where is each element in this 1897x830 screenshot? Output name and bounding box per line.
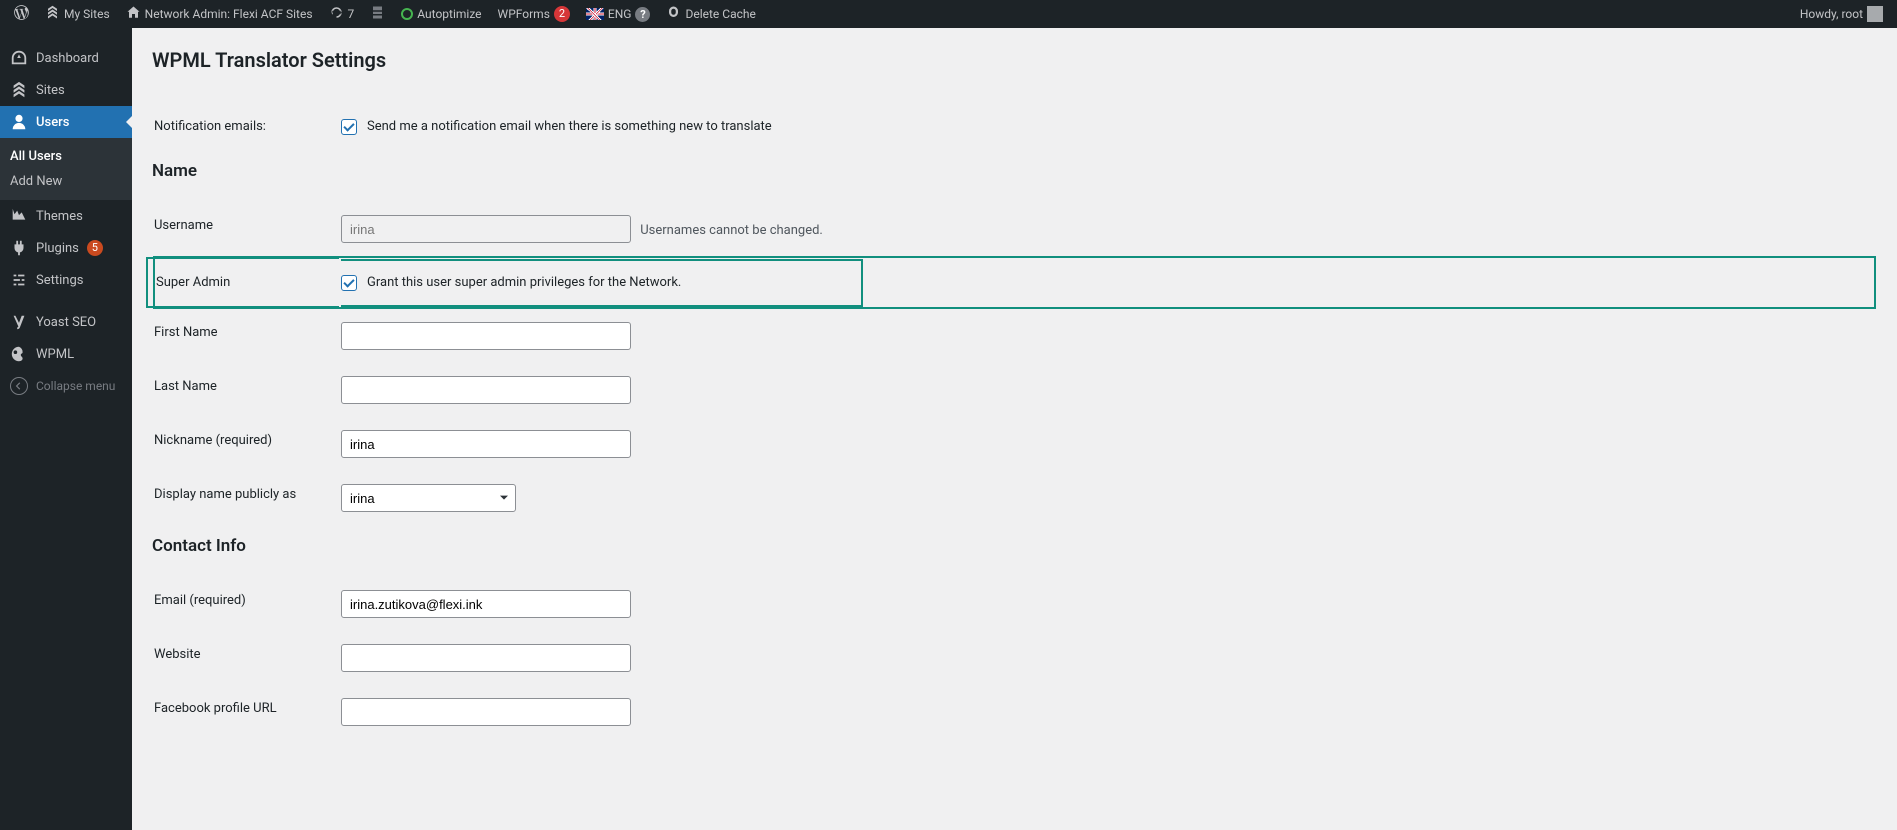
first-name-input[interactable] (341, 322, 631, 350)
first-name-label: First Name (154, 310, 339, 362)
menu-wpml-label: WPML (36, 347, 74, 362)
username-input (341, 215, 631, 243)
howdy-user[interactable]: Howdy, root (1794, 0, 1889, 28)
display-name-label: Display name publicly as (154, 472, 339, 524)
display-name-select[interactable]: irina (341, 484, 516, 512)
page-title: WPML Translator Settings (152, 48, 1877, 72)
email-input[interactable] (341, 590, 631, 618)
menu-themes-label: Themes (36, 209, 83, 224)
menu-sites-label: Sites (36, 83, 65, 98)
last-name-input[interactable] (341, 376, 631, 404)
menu-users[interactable]: Users (0, 106, 132, 138)
menu-dashboard-label: Dashboard (36, 51, 99, 66)
howdy-label: Howdy, root (1800, 7, 1863, 21)
submenu-all-users[interactable]: All Users (0, 144, 132, 169)
menu-yoast-label: Yoast SEO (36, 315, 96, 330)
notification-check-label[interactable]: Send me a notification email when there … (367, 119, 772, 134)
collapse-icon (10, 377, 28, 395)
wpforms-badge: 2 (554, 6, 570, 22)
admin-bar: My Sites Network Admin: Flexi ACF Sites … (0, 0, 1897, 28)
admin-sidebar: Dashboard Sites Users All Users Add New … (0, 28, 132, 830)
menu-plugins[interactable]: Plugins 5 (0, 232, 132, 264)
language-switch[interactable]: ENG ? (580, 0, 657, 28)
my-sites[interactable]: My Sites (39, 0, 116, 28)
notification-label: Notification emails: (154, 104, 339, 149)
my-sites-label: My Sites (64, 7, 110, 21)
avatar-icon (1867, 6, 1883, 22)
wpforms[interactable]: WPForms 2 (492, 0, 576, 28)
menu-sites[interactable]: Sites (0, 74, 132, 106)
menu-dashboard[interactable]: Dashboard (0, 42, 132, 74)
wordpress-icon (14, 5, 29, 23)
website-input[interactable] (341, 644, 631, 672)
refresh-icon (329, 5, 344, 23)
menu-users-label: Users (36, 115, 69, 130)
flag-uk-icon (586, 8, 604, 20)
menu-collapse[interactable]: Collapse menu (0, 370, 132, 402)
delete-cache-label: Delete Cache (685, 7, 755, 21)
form-table-contact: Email (required) Website Facebook profil… (152, 576, 1877, 740)
refresh-count: 7 (348, 7, 355, 21)
settings-icon (10, 271, 28, 289)
users-icon (10, 113, 28, 131)
autoptimize[interactable]: Autoptimize (395, 0, 487, 28)
username-label: Username (154, 203, 339, 255)
name-heading: Name (152, 161, 1877, 181)
admin-bar-right: Howdy, root (1794, 0, 1889, 28)
super-admin-checkbox[interactable] (341, 275, 357, 291)
super-admin-check-label[interactable]: Grant this user super admin privileges f… (367, 275, 681, 290)
notification-checkbox[interactable] (341, 119, 357, 135)
facebook-label: Facebook profile URL (154, 686, 339, 738)
wpml-icon (10, 345, 28, 363)
menu-plugins-label: Plugins (36, 241, 79, 256)
yoast-icon (10, 313, 28, 331)
menu-settings-label: Settings (36, 273, 83, 288)
dashboard-icon (10, 49, 28, 67)
sites-icon (45, 5, 60, 23)
form-table-name: Username Usernames cannot be changed. Su… (152, 201, 1877, 526)
site-name-label: Network Admin: Flexi ACF Sites (145, 7, 313, 21)
sites-icon (10, 81, 28, 99)
refresh[interactable]: 7 (323, 0, 361, 28)
wp-logo[interactable] (8, 0, 35, 28)
help-icon: ? (635, 7, 650, 22)
submenu-add-new[interactable]: Add New (0, 169, 132, 194)
main-content: WPML Translator Settings Notification em… (132, 28, 1897, 830)
cache-icon (666, 5, 681, 23)
menu-settings[interactable]: Settings (0, 264, 132, 296)
autoptimize-label: Autoptimize (417, 7, 481, 21)
plugins-badge: 5 (87, 240, 103, 256)
facebook-input[interactable] (341, 698, 631, 726)
menu-collapse-label: Collapse menu (36, 379, 115, 393)
website-label: Website (154, 632, 339, 684)
admin-bar-left: My Sites Network Admin: Flexi ACF Sites … (8, 0, 762, 28)
lang-label: ENG (608, 7, 632, 21)
form-table-notifications: Notification emails: Send me a notificat… (152, 102, 1877, 151)
last-name-label: Last Name (154, 364, 339, 416)
nickname-label: Nickname (required) (154, 418, 339, 470)
backup-item[interactable] (364, 0, 391, 28)
submenu-users: All Users Add New (0, 138, 132, 200)
email-label: Email (required) (154, 578, 339, 630)
home-icon (126, 5, 141, 23)
backup-icon (370, 5, 385, 23)
menu-yoast[interactable]: Yoast SEO (0, 306, 132, 338)
themes-icon (10, 207, 28, 225)
username-desc: Usernames cannot be changed. (640, 223, 823, 238)
contact-heading: Contact Info (152, 536, 1877, 556)
site-name[interactable]: Network Admin: Flexi ACF Sites (120, 0, 319, 28)
menu-wpml[interactable]: WPML (0, 338, 132, 370)
nickname-input[interactable] (341, 430, 631, 458)
super-admin-label: Super Admin (154, 257, 339, 308)
plugins-icon (10, 239, 28, 257)
menu-themes[interactable]: Themes (0, 200, 132, 232)
delete-cache[interactable]: Delete Cache (660, 0, 761, 28)
wpforms-label: WPForms (498, 7, 550, 21)
autoptimize-icon (401, 8, 413, 20)
